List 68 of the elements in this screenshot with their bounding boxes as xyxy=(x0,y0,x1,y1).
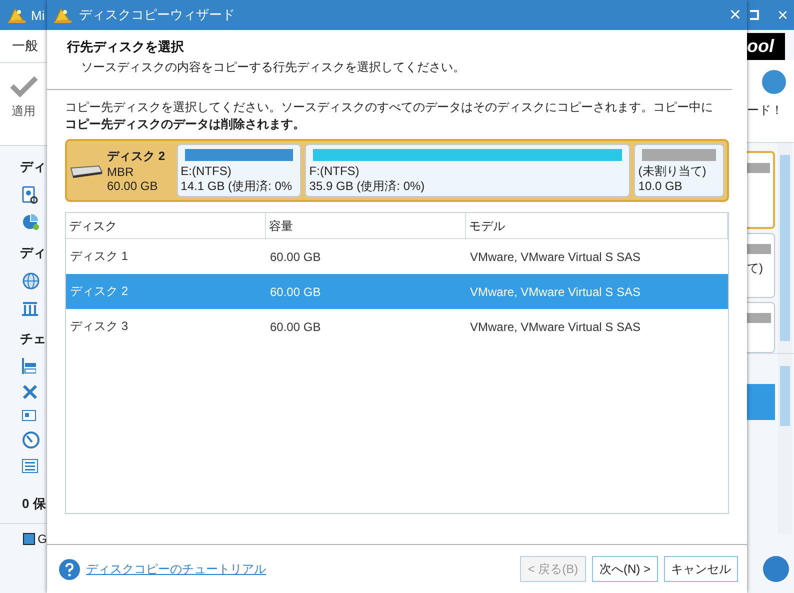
disk-search-icon[interactable] xyxy=(22,186,38,204)
column-header[interactable]: ディスク xyxy=(66,213,266,240)
disk-name: ディスク 2 xyxy=(107,148,166,165)
partition-size: 10.0 GB xyxy=(638,179,684,194)
table-cell-text: VMware, VMware Virtual S SAS xyxy=(469,320,642,334)
section-heading: チェ xyxy=(20,330,47,348)
wizard-hat-icon xyxy=(53,6,73,24)
close-button[interactable]: × xyxy=(729,5,741,25)
window-icon[interactable] xyxy=(22,410,36,421)
partition-label: (未割り当て) xyxy=(638,164,708,179)
partition-size: 35.9 GB (使用済: 0%) xyxy=(309,179,426,194)
disk-card[interactable]: ディスク 2 MBR 60.00 GB E:(NTFS) 14.1 GB (使用済: 0% F:(NTFS) 35.9 GB (使用済: 0%) (未割り当て) 10.0 GB xyxy=(65,139,729,202)
help-icon[interactable] xyxy=(59,558,80,580)
partition-label: F:(NTFS) xyxy=(309,164,360,179)
table-cell-text: ディスク 3 xyxy=(69,318,130,335)
partition-label: E:(NTFS) xyxy=(180,164,232,179)
columns-icon[interactable] xyxy=(22,300,38,316)
pie-chart-icon[interactable] xyxy=(22,214,40,230)
table-cell-text: 60.00 GB xyxy=(269,250,322,264)
table-cell-text: 60.00 GB xyxy=(269,320,322,334)
instruction-text: コピー先ディスクを選択してください。ソースディスクのすべてのデータはそのディスクにコピーされます。コピー中にコピー先ディスクのデータは削除されます。 xyxy=(65,99,714,133)
table-cell-text: 60.00 GB xyxy=(269,284,322,298)
disk-type: MBR xyxy=(107,165,135,179)
column-header[interactable]: 容量 xyxy=(266,213,466,240)
bars-icon[interactable] xyxy=(22,358,36,374)
table-row[interactable]: ディスク 3 60.00 GB VMware, VMware Virtual S SAS xyxy=(66,309,728,344)
tutorial-link[interactable]: ディスクコピーのチュートリアル xyxy=(86,560,514,578)
upgrade-label[interactable]: ード！ xyxy=(747,102,783,119)
wizard-hat-icon xyxy=(7,6,27,24)
legend-label: G xyxy=(38,532,47,546)
drive-icon xyxy=(69,164,103,178)
dialog-button[interactable]: キャンセル xyxy=(664,556,738,582)
table-cell-text: VMware, VMware Virtual S SAS xyxy=(469,250,642,264)
table-cell-text: ディスク 2 xyxy=(69,283,130,300)
table-cell-text: VMware, VMware Virtual S SAS xyxy=(469,284,642,298)
partition-size: 14.1 GB (使用済: 0% xyxy=(180,179,294,194)
table-cell-text: ディスク 1 xyxy=(69,248,130,265)
disk-size: 60.00 GB xyxy=(107,179,159,193)
maximize-icon[interactable] xyxy=(749,10,760,20)
disk-card[interactable]: て) xyxy=(747,232,775,298)
apply-label[interactable]: 適用 xyxy=(12,103,36,120)
step-description: ソースディスクの内容をコピーする行先ディスクを選択してください。 xyxy=(81,59,466,76)
disk-card[interactable] xyxy=(747,302,775,353)
scrollbar[interactable] xyxy=(778,354,792,534)
partition-bar xyxy=(747,313,771,324)
partition-block[interactable]: F:(NTFS) 35.9 GB (使用済: 0%) xyxy=(305,144,630,197)
dialog-button[interactable]: 次へ(N) > xyxy=(592,556,658,582)
window-title: Mi xyxy=(31,8,45,22)
partition-label: て) xyxy=(747,260,764,277)
column-header[interactable]: モデル xyxy=(466,213,728,240)
close-button[interactable]: × xyxy=(777,4,788,26)
partition-block[interactable]: E:(NTFS) 14.1 GB (使用済: 0% xyxy=(176,144,302,197)
check-icon[interactable] xyxy=(10,75,38,97)
section-heading: ディ xyxy=(20,158,47,176)
section-heading: ディ xyxy=(20,244,47,262)
disk-card[interactable] xyxy=(747,151,775,229)
scrollbar[interactable] xyxy=(778,143,792,353)
partition-bar xyxy=(747,163,770,173)
list-icon[interactable] xyxy=(22,459,38,473)
dialog-title: ディスクコピーウィザード xyxy=(79,6,236,24)
gauge-icon[interactable] xyxy=(22,431,40,449)
table-row[interactable]: ディスク 1 60.00 GB VMware, VMware Virtual S SAS xyxy=(66,239,728,274)
step-heading: 行先ディスクを選択 xyxy=(67,38,185,56)
globe-icon[interactable] xyxy=(22,272,40,290)
logo: ool xyxy=(747,33,785,60)
partition-bar xyxy=(747,244,771,254)
legend-swatch xyxy=(23,533,35,545)
partition-block[interactable]: (未割り当て) 10.0 GB xyxy=(634,144,724,197)
